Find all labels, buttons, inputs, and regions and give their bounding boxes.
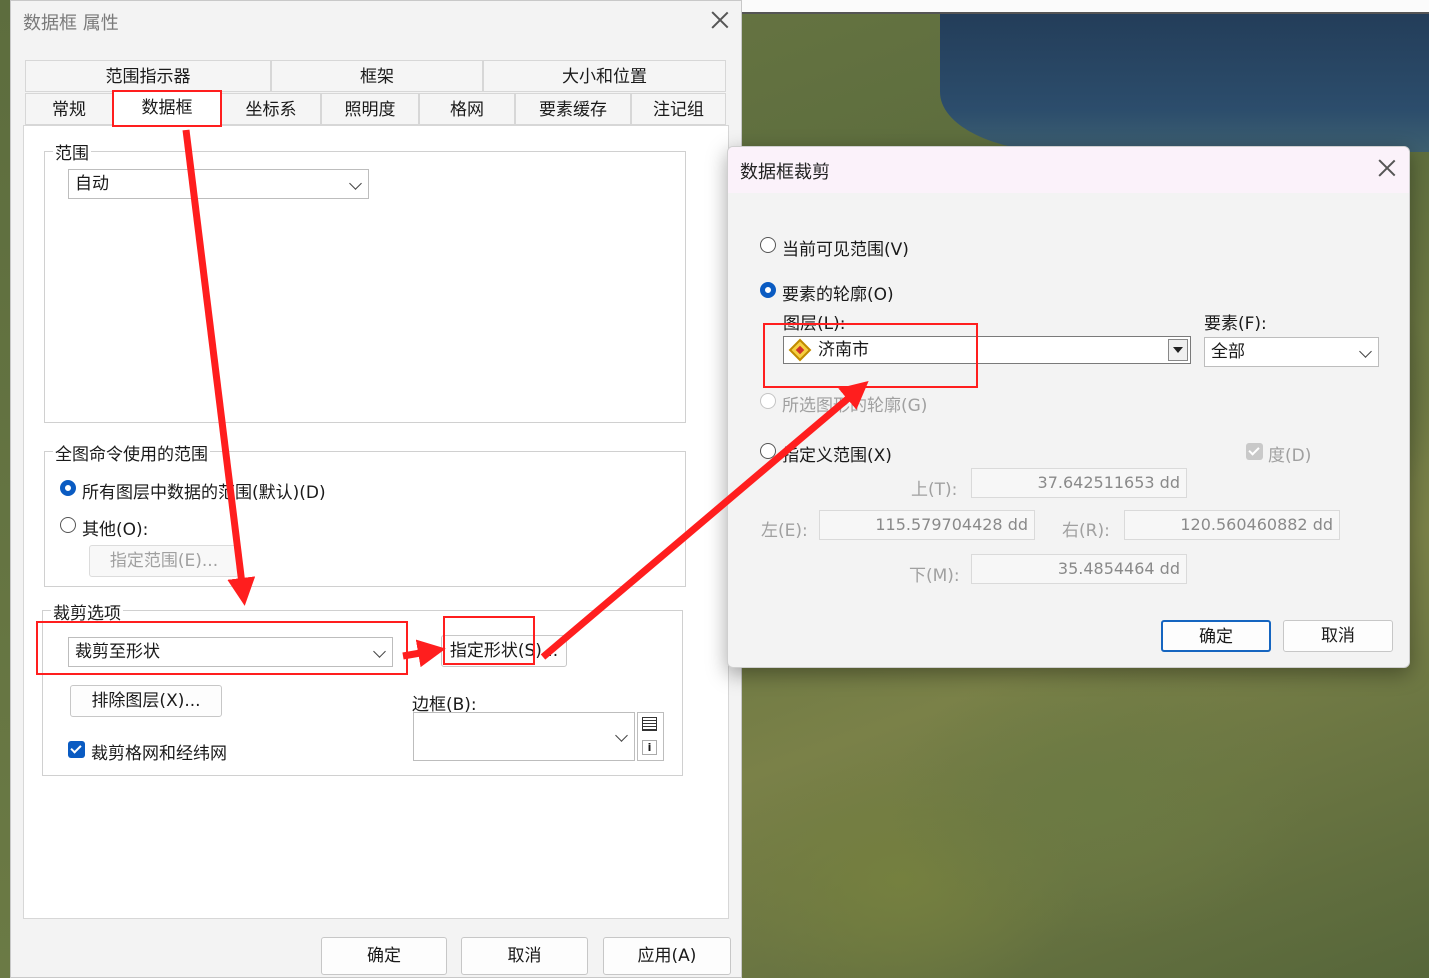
map-sea-area xyxy=(940,12,1429,152)
clip-dialog-header xyxy=(728,147,1409,193)
visible-extent-label: 当前可见范围(V) xyxy=(782,240,909,260)
extent-combo-value: 自动 xyxy=(75,174,109,194)
tab-data-frame[interactable]: 数据框 xyxy=(113,91,221,126)
full-extent-group-label: 全图命令使用的范围 xyxy=(53,440,210,465)
custom-extent-label: 指定义范围(X) xyxy=(782,446,892,466)
extent-group-label: 范围 xyxy=(53,139,91,164)
close-icon[interactable] xyxy=(1378,159,1396,177)
degree-label: 度(D) xyxy=(1268,446,1312,466)
dialog-title: 数据框 属性 xyxy=(23,13,119,34)
symbol-selector-icon[interactable] xyxy=(642,717,657,731)
visible-extent-radio[interactable] xyxy=(760,237,776,253)
clip-options-group-label: 裁剪选项 xyxy=(51,599,123,624)
clip-combo-value: 裁剪至形状 xyxy=(75,642,160,662)
clip-combo[interactable]: 裁剪至形状 xyxy=(68,637,393,667)
other-extent-label: 其他(O): xyxy=(82,520,149,540)
tab-feature-cache[interactable]: 要素缓存 xyxy=(515,93,631,125)
chevron-down-icon xyxy=(615,729,628,742)
degree-checkbox[interactable] xyxy=(1246,443,1263,460)
clip-cancel-button[interactable]: 取消 xyxy=(1283,620,1393,652)
ok-button[interactable]: 确定 xyxy=(321,937,447,975)
left-field[interactable]: 115.579704428 dd xyxy=(819,510,1035,540)
specify-extent-button[interactable]: 指定范围(E)... xyxy=(89,545,239,577)
clip-dialog-title: 数据框裁剪 xyxy=(740,162,830,183)
exclude-layers-button[interactable]: 排除图层(X)... xyxy=(70,685,222,717)
default-extent-label: 所有图层中数据的范围(默认)(D) xyxy=(82,483,326,503)
bottom-label: 下(M): xyxy=(909,566,960,586)
specify-shape-button[interactable]: 指定形状(S)... xyxy=(441,635,567,667)
data-frame-properties-dialog: 数据框 属性 范围指示器 框架 大小和位置 常规 数据框 坐标系 照明度 格网 … xyxy=(10,0,742,978)
layer-label: 图层(L): xyxy=(783,314,846,334)
clip-grid-checkbox[interactable] xyxy=(68,741,85,758)
tab-frame[interactable]: 框架 xyxy=(271,60,483,92)
map-window-edge xyxy=(742,0,1429,14)
tab-coordinate-system[interactable]: 坐标系 xyxy=(221,93,321,125)
border-combo[interactable] xyxy=(413,712,635,761)
right-label: 右(R): xyxy=(1062,521,1110,541)
dropdown-arrow-icon[interactable] xyxy=(1168,339,1188,361)
chevron-down-icon xyxy=(373,645,386,658)
feature-combo-value: 全部 xyxy=(1211,342,1245,362)
layer-combo[interactable]: 济南市 xyxy=(783,336,1191,364)
feature-label: 要素(F): xyxy=(1204,314,1267,334)
tab-annotation-groups[interactable]: 注记组 xyxy=(631,93,726,125)
apply-button[interactable]: 应用(A) xyxy=(603,937,731,975)
feature-combo[interactable]: 全部 xyxy=(1204,337,1379,367)
feature-outline-radio[interactable] xyxy=(760,282,776,298)
other-extent-radio[interactable] xyxy=(60,517,76,533)
chevron-down-icon xyxy=(1359,345,1372,358)
top-label: 上(T): xyxy=(911,480,958,500)
selected-graphics-radio[interactable] xyxy=(760,393,776,409)
top-field[interactable]: 37.642511653 dd xyxy=(971,468,1187,498)
tab-extent-indicators[interactable]: 范围指示器 xyxy=(25,60,271,92)
custom-extent-radio[interactable] xyxy=(760,443,776,459)
selected-graphics-label: 所选图形的轮廓(G) xyxy=(782,396,928,416)
cancel-button[interactable]: 取消 xyxy=(461,937,588,975)
clip-grid-label: 裁剪格网和经纬网 xyxy=(91,744,227,764)
map-left-edge xyxy=(0,0,10,978)
layer-combo-value: 济南市 xyxy=(818,340,869,360)
bottom-field[interactable]: 35.4854464 dd xyxy=(971,554,1187,584)
close-icon[interactable] xyxy=(711,11,729,29)
tab-grids[interactable]: 格网 xyxy=(419,93,515,125)
tab-general[interactable]: 常规 xyxy=(25,93,113,125)
tab-size-position[interactable]: 大小和位置 xyxy=(483,60,726,92)
border-style-buttons: i xyxy=(637,712,664,761)
tab-illumination[interactable]: 照明度 xyxy=(321,93,419,125)
feature-outline-label: 要素的轮廓(O) xyxy=(782,285,894,305)
clip-ok-button[interactable]: 确定 xyxy=(1161,620,1271,652)
data-frame-clip-dialog: 数据框裁剪 当前可见范围(V) 要素的轮廓(O) 图层(L): 济南市 要素(F… xyxy=(727,146,1410,668)
right-field[interactable]: 120.560460882 dd xyxy=(1124,510,1340,540)
chevron-down-icon xyxy=(349,177,362,190)
polygon-layer-icon xyxy=(788,338,812,362)
properties-icon[interactable]: i xyxy=(642,740,657,755)
default-extent-radio[interactable] xyxy=(60,480,76,496)
left-label: 左(E): xyxy=(761,521,808,541)
extent-combo[interactable]: 自动 xyxy=(68,169,369,199)
